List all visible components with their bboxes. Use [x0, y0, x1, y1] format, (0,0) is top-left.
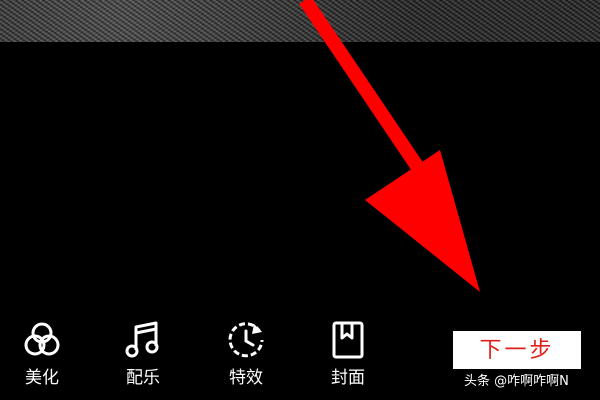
tool-beautify-label: 美化	[25, 368, 59, 388]
tool-effects[interactable]: 特效	[216, 318, 276, 388]
tool-cover-label: 封面	[331, 368, 365, 388]
tool-cover[interactable]: 封面	[318, 318, 378, 388]
watermark: 头条 @咋啊咋啊N	[464, 374, 569, 389]
three-circles-icon	[24, 322, 60, 356]
tool-music[interactable]: 配乐	[113, 318, 173, 388]
next-step-button[interactable]: 下一步	[453, 331, 581, 369]
tool-effects-label: 特效	[229, 368, 263, 388]
music-note-icon	[125, 321, 159, 358]
tool-beautify[interactable]: 美化	[12, 318, 72, 388]
bookmark-frame-icon	[332, 321, 364, 359]
video-preview	[0, 0, 600, 42]
tool-music-label: 配乐	[126, 368, 160, 388]
clock-refresh-icon	[228, 322, 264, 358]
